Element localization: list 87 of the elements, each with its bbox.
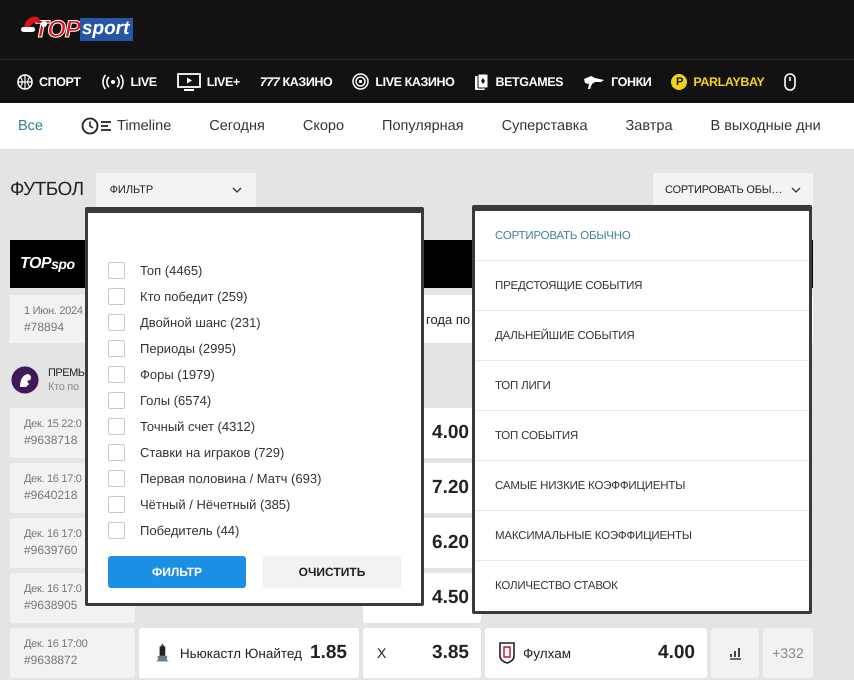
tab[interactable]: Суперставка (502, 118, 588, 134)
checkbox[interactable] (108, 444, 125, 460)
chevron-down-icon (232, 187, 242, 193)
match-id: #9638872 (24, 653, 78, 667)
cards-icon (474, 72, 490, 90)
league-emblem-icon (10, 365, 40, 395)
nav-link[interactable]: LIVE (100, 74, 157, 90)
checkbox-label: Победитель (44) (140, 522, 240, 538)
checkbox[interactable] (108, 314, 125, 330)
match-id: #78894 (24, 320, 64, 334)
nav-link[interactable]: LIVE+ (176, 72, 240, 90)
sort-option[interactable]: СОРТИРОВАТЬ ОБЫЧНО (475, 211, 809, 261)
promo-text: года по (426, 312, 470, 326)
chevron-down-icon (791, 187, 801, 193)
nav-link[interactable]: P PARLAYBAY (671, 74, 764, 90)
checkbox[interactable] (108, 392, 125, 408)
match-date: Дек. 15 22:0 (24, 418, 82, 430)
logo-text: TOP (20, 255, 52, 273)
nav-link[interactable] (784, 72, 796, 90)
monitor-icon (176, 72, 201, 90)
tab[interactable]: Скоро (302, 118, 344, 134)
checkbox[interactable] (108, 496, 125, 512)
tab[interactable]: Популярная (382, 118, 464, 134)
page-title: ФУТБОЛ (10, 179, 84, 201)
tab[interactable]: Timeline (81, 117, 172, 135)
mouse-icon (784, 72, 796, 90)
checkbox-label: Голы (6574) (140, 392, 212, 408)
match-id: #9640218 (24, 488, 78, 502)
odds-button[interactable]: X 3.85 (363, 628, 481, 678)
sort-option[interactable]: МАКСИМАЛЬНЫЕ КОЭФФИЦИЕНТЫ (475, 511, 809, 561)
clear-button[interactable]: ОЧИСТИТЬ (263, 556, 401, 588)
checkbox[interactable] (108, 262, 125, 278)
match-date: Дек. 16 17:0 (24, 528, 82, 540)
ball-icon (17, 74, 33, 90)
stats-button[interactable] (711, 628, 759, 678)
checkbox-label: Двойной шанс (231) (140, 314, 261, 330)
checkbox-label: Форы (1979) (140, 366, 215, 382)
checkbox-label: Топ (4465) (140, 262, 202, 278)
odds-button[interactable]: Ньюкастл Юнайтед 1.85 (139, 628, 359, 678)
match-date: 1 Июн. 2024 (24, 305, 83, 317)
coin-icon: P (671, 74, 688, 90)
checkbox[interactable] (108, 366, 125, 382)
checkbox-label: Ставки на играков (729) (140, 444, 284, 460)
sort-option[interactable]: САМЫЕ НИЗКИЕ КОЭФФИЦИЕНТЫ (475, 461, 809, 511)
nav-link[interactable]: LIVE КАЗИНО (352, 73, 454, 90)
checkbox-label: Периоды (2995) (140, 340, 236, 356)
sort-option[interactable]: КОЛИЧЕСТВО СТАВОК (475, 561, 809, 611)
sort-option[interactable]: ТОП СОБЫТИЯ (475, 411, 809, 461)
nav-link[interactable]: BETGAMES (474, 72, 564, 90)
match-date: Дек. 16 17:0 (24, 583, 82, 595)
tab[interactable]: В выходные дни (710, 118, 821, 134)
tab[interactable]: Все (18, 118, 43, 134)
checkbox-label: Точный счет (4312) (140, 418, 256, 434)
checkbox[interactable] (108, 340, 125, 356)
dog-head-icon (583, 74, 606, 90)
nav-link[interactable]: 777 КАЗИНО (260, 74, 332, 88)
checkbox[interactable] (108, 470, 125, 486)
target-icon (352, 73, 370, 90)
clock-list-icon (81, 117, 113, 135)
match-date: Дек. 16 17:00 (24, 638, 88, 650)
checkbox[interactable] (108, 288, 125, 304)
odds-button[interactable]: Фулхам 4.00 (485, 628, 707, 678)
sort-option[interactable]: ПРЕДСТОЯЩИЕ СОБЫТИЯ (475, 261, 809, 311)
checkbox-label: Первая половина / Матч (693) (140, 470, 322, 486)
checkbox-label: Кто победит (259) (140, 288, 248, 304)
sort-dropdown-button[interactable]: СОРТИРОВАТЬ ОБЫ… (653, 173, 813, 207)
shield-icon (499, 642, 515, 664)
tab[interactable]: Сегодня (209, 118, 265, 134)
match-date: Дек. 16 17:0 (24, 473, 82, 485)
match-id: #9638718 (24, 433, 78, 447)
checkbox-label: Чётный / Нёчетный (385) (140, 496, 290, 512)
league-subtitle: Кто по (48, 381, 79, 393)
broadcast-icon (100, 74, 125, 90)
checkbox[interactable] (108, 522, 125, 538)
logo-text: sport (80, 18, 134, 41)
match-id: #9639760 (24, 543, 78, 557)
match-id: #9638905 (24, 598, 78, 612)
league-title: ПРЕМЬ (48, 367, 84, 379)
checkbox[interactable] (108, 418, 125, 434)
bar-chart-icon (728, 646, 742, 660)
logo-text: spo (51, 256, 74, 272)
filter-dropdown-button[interactable]: ФИЛЬТР (96, 173, 256, 207)
nav-link[interactable]: СПОРТ (17, 74, 81, 90)
tab[interactable]: Завтра (626, 118, 673, 134)
nav-link[interactable]: ГОНКИ (583, 74, 652, 90)
sort-option[interactable]: ДАЛЬНЕЙШИЕ СОБЫТИЯ (475, 311, 809, 361)
sort-option[interactable]: ТОП ЛИГИ (475, 361, 809, 411)
